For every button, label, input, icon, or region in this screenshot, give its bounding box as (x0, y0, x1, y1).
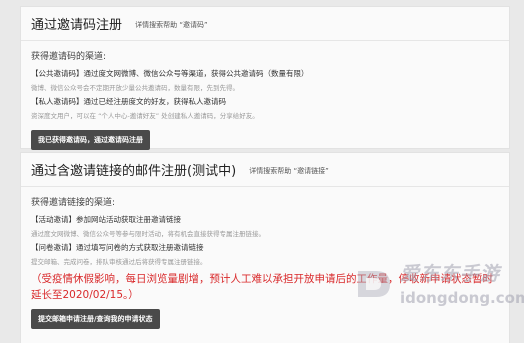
epidemic-notice: （受疫情休假影响，每日浏览量剧增，预计人工难以承担开放申请后的工作量，停收新申请… (31, 273, 493, 301)
activity-invite-title: 【活动邀请】参加网站活动获取注册邀请链接 (31, 215, 181, 224)
invite-link-channels-subtitle: 获得邀请链接的渠道: (31, 198, 116, 208)
invite-code-panel-title: 通过邀请码注册 (31, 18, 123, 33)
invite-code-channels-subtitle: 获得邀请码的渠道: (31, 52, 107, 62)
page: 通过邀请码注册 详情搜索帮助 “邀请码” 获得邀请码的渠道: 【公共邀请码】通过… (0, 0, 524, 343)
invite-link-panel-body: 获得邀请链接的渠道: 【活动邀请】参加网站活动获取注册邀请链接 通过度文网微博、… (21, 187, 509, 335)
invite-link-panel-title: 通过含邀请链接的邮件注册(测试中) (31, 164, 237, 179)
survey-invite-desc: 提交邮箱、完成问卷，排队审核通过后将获得专属注册链接。 (31, 258, 207, 266)
public-invite-code-desc: 微博、微信公众号会不定期开放少量公共邀请码，数量有限，先到先得。 (31, 84, 239, 92)
invite-code-panel-header: 通过邀请码注册 详情搜索帮助 “邀请码” (21, 7, 509, 41)
activity-invite-desc: 通过度文网微博、微信公众号等参与限时活动，将有机会直接获得专属注册链接。 (31, 230, 265, 238)
invite-code-panel-body: 获得邀请码的渠道: 【公共邀请码】通过度文网微博、微信公众号等渠道，获得公共邀请… (21, 41, 509, 156)
register-with-invite-code-button[interactable]: 我已获得邀请码，通过邀请码注册 (31, 130, 150, 150)
private-invite-code-title: 【私人邀请码】通过已经注册度文的好友，获得私人邀请码 (31, 97, 226, 106)
survey-invite-title: 【问卷邀请】通过填写问卷的方式获取注册邀请链接 (31, 243, 204, 252)
apply-email-registration-button[interactable]: 提交邮箱申请注册/查询我的申请状态 (31, 309, 160, 329)
private-invite-code-desc: 资深度文用户，可以在 “个人中心-邀请好友” 处创建私人邀请码，分享给好友。 (31, 112, 259, 120)
invite-code-help-link[interactable]: 详情搜索帮助 “邀请码” (135, 21, 207, 29)
invite-link-help-link[interactable]: 详情搜索帮助 “邀请链接” (249, 167, 328, 175)
public-invite-code-title: 【公共邀请码】通过度文网微博、微信公众号等渠道，获得公共邀请码（数量有限） (31, 69, 309, 78)
invite-link-panel-header: 通过含邀请链接的邮件注册(测试中) 详情搜索帮助 “邀请链接” (21, 153, 509, 187)
invite-code-panel: 通过邀请码注册 详情搜索帮助 “邀请码” 获得邀请码的渠道: 【公共邀请码】通过… (20, 6, 510, 150)
invite-link-panel: 通过含邀请链接的邮件注册(测试中) 详情搜索帮助 “邀请链接” 获得邀请链接的渠… (20, 152, 510, 343)
